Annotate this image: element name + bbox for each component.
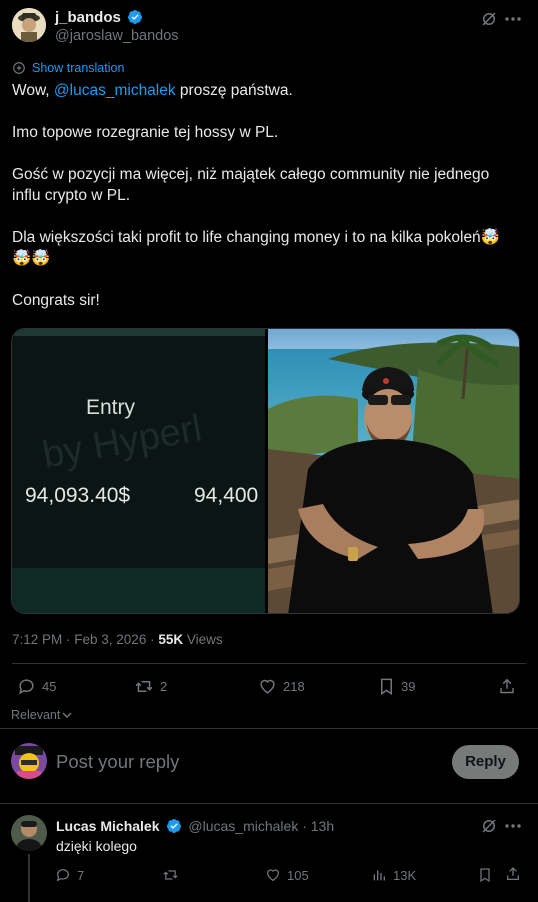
reply-input[interactable]: Post your reply bbox=[56, 751, 179, 773]
reply-count: 45 bbox=[42, 679, 57, 694]
more-icon[interactable] bbox=[505, 824, 521, 828]
views-count: 55K bbox=[158, 632, 184, 647]
repost-icon bbox=[163, 870, 178, 880]
verified-badge-icon bbox=[166, 819, 181, 833]
reply-reply-count: 7 bbox=[77, 867, 85, 883]
mention-link[interactable]: @lucas_michalek bbox=[54, 82, 176, 99]
tweet-paragraph-4-line-1: Dla większości taki profit to life chang… bbox=[12, 229, 500, 246]
author-name-row[interactable]: j_bandos bbox=[55, 9, 143, 27]
author-avatar[interactable] bbox=[12, 8, 46, 42]
tweet-paragraph-4-line-2: 🤯🤯 bbox=[12, 250, 51, 267]
divider bbox=[0, 803, 538, 804]
tweet-paragraph-5: Congrats sir! bbox=[12, 292, 100, 309]
reply-icon bbox=[56, 869, 69, 882]
reply-icon bbox=[18, 679, 34, 695]
share-icon[interactable] bbox=[505, 866, 521, 882]
entry-value-partial: 94,400 bbox=[194, 484, 259, 507]
views-label: Views bbox=[183, 632, 223, 647]
verified-badge-icon bbox=[128, 10, 143, 24]
timestamp[interactable]: 7:12 PM · Feb 3, 2026 · bbox=[12, 632, 158, 647]
reply-author-row[interactable]: Lucas Michalek @lucas_michalek · 13h bbox=[56, 818, 334, 836]
more-icon[interactable] bbox=[505, 17, 521, 21]
thread-line bbox=[28, 854, 30, 902]
tweet-paragraph-2: Imo topowe rozegranie tej hossy w PL. bbox=[12, 124, 279, 141]
bookmark-icon bbox=[380, 678, 393, 696]
author-display-name[interactable]: j_bandos bbox=[55, 9, 121, 26]
grok-icon[interactable] bbox=[480, 10, 498, 28]
show-translation-label: Show translation bbox=[32, 61, 125, 75]
reply-action[interactable]: 45 bbox=[17, 677, 56, 696]
repost-count: 2 bbox=[160, 679, 168, 694]
media-image-right[interactable] bbox=[268, 329, 519, 613]
tweet-paragraph-3-line-2: influ crypto w PL. bbox=[12, 187, 131, 204]
bookmark-count: 39 bbox=[401, 679, 416, 694]
reply-views-count: 13K bbox=[393, 867, 417, 883]
translate-icon bbox=[13, 62, 25, 74]
media-grid: Entry by Hyperl 94,093.40$ 94,400 bbox=[11, 328, 520, 614]
grok-icon[interactable] bbox=[480, 817, 498, 835]
reply-views-action[interactable]: 13K bbox=[371, 867, 416, 883]
sort-dropdown[interactable]: Relevant bbox=[11, 708, 72, 722]
chevron-down-icon bbox=[62, 712, 72, 718]
author-handle[interactable]: @jaroslaw_bandos bbox=[55, 28, 179, 44]
reply-author-name[interactable]: Lucas Michalek bbox=[56, 818, 160, 834]
sort-label: Relevant bbox=[11, 708, 61, 722]
entry-value: 94,093.40$ bbox=[25, 484, 131, 507]
entry-label: Entry bbox=[86, 396, 136, 419]
tweet-text-segment: proszę państwa. bbox=[175, 82, 293, 99]
bookmark-action[interactable]: 39 bbox=[378, 677, 415, 696]
share-icon[interactable] bbox=[498, 677, 516, 696]
reply-author-handle[interactable]: @lucas_michalek · 13h bbox=[188, 818, 334, 834]
like-action[interactable]: 218 bbox=[258, 677, 305, 696]
tweet-line-1: Wow, @lucas_michalek proszę państwa. bbox=[12, 80, 528, 101]
tweet-paragraph-3-line-1: Gość w pozycji ma więcej, niż majątek ca… bbox=[12, 166, 490, 183]
repost-action[interactable]: 2 bbox=[134, 677, 167, 696]
reply-button[interactable]: Reply bbox=[452, 745, 519, 779]
reply-like-count: 105 bbox=[287, 867, 309, 883]
reply-like-action[interactable]: 105 bbox=[265, 867, 309, 883]
bookmark-icon[interactable] bbox=[478, 867, 492, 883]
reply-reply-action[interactable]: 7 bbox=[55, 867, 84, 883]
reply-text: dzięki kolego bbox=[56, 838, 137, 854]
like-icon bbox=[260, 679, 275, 694]
tweet-text-segment: Wow, bbox=[12, 82, 54, 99]
like-count: 218 bbox=[283, 679, 305, 694]
media-image-left[interactable]: Entry by Hyperl 94,093.40$ 94,400 bbox=[12, 329, 265, 613]
tweet-meta: 7:12 PM · Feb 3, 2026 · 55K Views bbox=[12, 632, 223, 647]
tweet-text: Wow, @lucas_michalek proszę państwa. Imo… bbox=[12, 80, 528, 311]
reply-author-avatar[interactable] bbox=[11, 815, 47, 851]
repost-icon bbox=[135, 680, 153, 693]
my-avatar[interactable] bbox=[11, 743, 47, 779]
divider bbox=[0, 728, 538, 729]
views-icon bbox=[373, 870, 385, 881]
like-icon bbox=[267, 869, 279, 882]
divider bbox=[12, 663, 526, 664]
reply-repost-action[interactable] bbox=[162, 867, 179, 883]
show-translation-link[interactable]: Show translation bbox=[12, 61, 124, 75]
